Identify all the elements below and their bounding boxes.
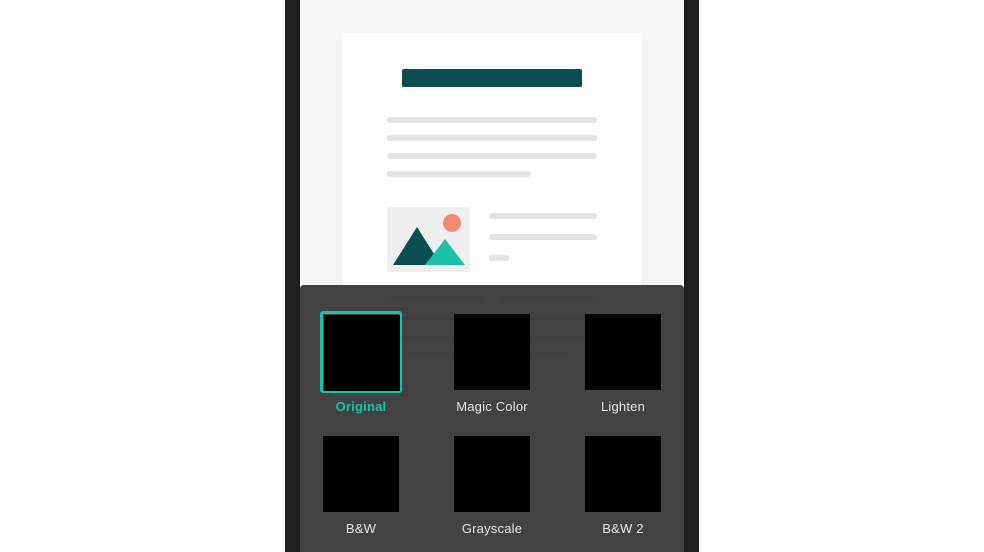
text-line-placeholder bbox=[387, 135, 597, 141]
screen: .o .p-bg{fill:#f3e4c4}.o .p-rays path{fi… bbox=[300, 0, 684, 552]
filter-panel: .o .p-bg{fill:#f3e4c4}.o .p-rays path{fi… bbox=[300, 285, 684, 552]
filter-thumbnail-frame: .w .p-bg{fill:#f2f2f2}.w .p-rays path{fi… bbox=[582, 433, 664, 515]
filter-thumbnail-bw-2: .w .p-bg{fill:#f2f2f2}.w .p-rays path{fi… bbox=[585, 436, 661, 512]
filter-thumbnail-frame: .g .p-bg{fill:#d4d4d4}.g .p-rays path{fi… bbox=[451, 433, 533, 515]
filter-thumbnail-grayscale: .g .p-bg{fill:#d4d4d4}.g .p-rays path{fi… bbox=[454, 436, 530, 512]
filter-lighten[interactable]: .l .p-bg{fill:#fffaf0}.l .p-rays path{fi… bbox=[568, 311, 678, 414]
filter-magic-color[interactable]: .m .p-bg{fill:#ffffff}.m .p-rays path{fi… bbox=[437, 311, 547, 414]
filter-thumbnail-bw: .b .p-bg{fill:#ffffff}.b .p-rays path{fi… bbox=[323, 436, 399, 512]
text-line-placeholder bbox=[489, 234, 597, 240]
landscape-image-icon bbox=[387, 207, 470, 272]
filter-thumbnail-original: .o .p-bg{fill:#f3e4c4}.o .p-rays path{fi… bbox=[324, 315, 400, 391]
filter-thumbnail-frame: .m .p-bg{fill:#ffffff}.m .p-rays path{fi… bbox=[451, 311, 533, 393]
filter-thumbnail-frame: .o .p-bg{fill:#f3e4c4}.o .p-rays path{fi… bbox=[320, 311, 402, 393]
filter-thumbnail-frame: .l .p-bg{fill:#fffaf0}.l .p-rays path{fi… bbox=[582, 311, 664, 393]
filter-label: Original bbox=[335, 399, 387, 414]
text-line-placeholder bbox=[489, 255, 509, 261]
filter-label: B&W 2 bbox=[602, 521, 644, 536]
text-line-placeholder bbox=[387, 117, 597, 123]
filter-label: Grayscale bbox=[461, 521, 523, 536]
filter-label: Lighten bbox=[600, 399, 646, 414]
filter-bw[interactable]: .b .p-bg{fill:#ffffff}.b .p-rays path{fi… bbox=[306, 433, 416, 536]
filter-bw-2[interactable]: .w .p-bg{fill:#f2f2f2}.w .p-rays path{fi… bbox=[568, 433, 678, 536]
filter-label: Magic Color bbox=[456, 399, 528, 414]
filter-thumbnail-magic-color: .m .p-bg{fill:#ffffff}.m .p-rays path{fi… bbox=[454, 314, 530, 390]
document-title-placeholder bbox=[402, 69, 582, 87]
filter-grayscale[interactable]: .g .p-bg{fill:#d4d4d4}.g .p-rays path{fi… bbox=[437, 433, 547, 536]
filter-original[interactable]: .o .p-bg{fill:#f3e4c4}.o .p-rays path{fi… bbox=[306, 311, 416, 414]
filter-label: B&W bbox=[345, 521, 377, 536]
filter-thumbnail-frame: .b .p-bg{fill:#ffffff}.b .p-rays path{fi… bbox=[320, 433, 402, 515]
text-line-placeholder bbox=[387, 153, 597, 159]
text-line-placeholder bbox=[387, 171, 531, 177]
phone-frame: .o .p-bg{fill:#f3e4c4}.o .p-rays path{fi… bbox=[285, 0, 699, 552]
text-line-placeholder bbox=[489, 213, 597, 219]
filter-thumbnail-lighten: .l .p-bg{fill:#fffaf0}.l .p-rays path{fi… bbox=[585, 314, 661, 390]
